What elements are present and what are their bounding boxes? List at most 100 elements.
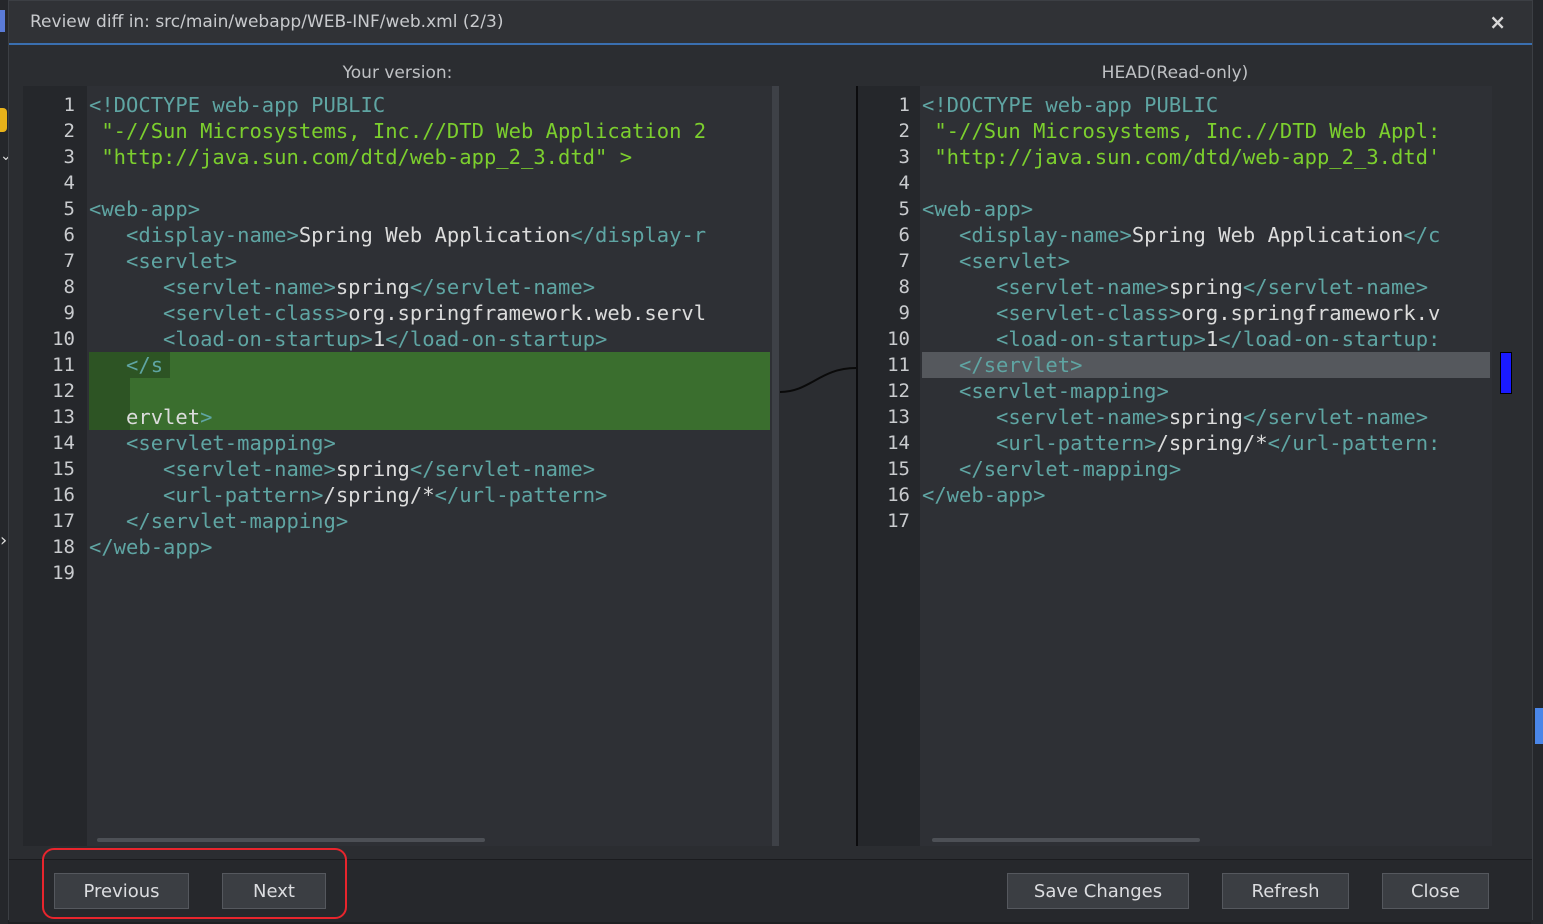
line-number: 1 [898, 94, 910, 116]
code-line: 7 <servlet> [23, 248, 778, 274]
line-number: 17 [887, 510, 910, 532]
code-token: <servlet-name> [89, 457, 336, 481]
code-line: 13 ervlet> [23, 404, 778, 430]
code-line: 13 <servlet-name>spring</servlet-name> [858, 404, 1492, 430]
code-token: </s [89, 353, 164, 377]
code-line: 1 <!DOCTYPE web-app PUBLIC [23, 92, 778, 118]
dialog-button-bar: Previous Next Save Changes Refresh Close [9, 848, 1532, 922]
code-token: /spring/* [323, 483, 435, 507]
dialog-title: Review diff in: src/main/webapp/WEB-INF/… [30, 12, 504, 32]
code-line: 14 <url-pattern>/spring/*</url-pattern: [858, 430, 1492, 456]
line-code: <!DOCTYPE web-app PUBLIC [922, 92, 1218, 118]
code-line: 4 [858, 170, 1492, 196]
code-line: 18 </web-app> [23, 534, 778, 560]
code-line: 9 <servlet-class>org.springframework.v [858, 300, 1492, 326]
code-line: 8 <servlet-name>spring</servlet-name> [858, 274, 1492, 300]
line-code: <load-on-startup>1</load-on-startup: [922, 326, 1440, 352]
code-token: <!DOCTYPE web-app PUBLIC [89, 93, 386, 117]
line-number: 8 [63, 276, 75, 298]
next-button[interactable]: Next [222, 873, 326, 909]
code-line: 11 </s [23, 352, 778, 378]
line-code: "http://java.sun.com/dtd/web-app_2_3.dtd… [89, 144, 632, 170]
code-token: spring [1168, 405, 1243, 429]
left-horizontal-scrollbar[interactable] [97, 838, 485, 842]
code-token: Spring Web Application [1131, 223, 1404, 247]
line-number: 17 [52, 510, 75, 532]
line-code: <servlet> [89, 248, 237, 274]
bulb-icon [0, 108, 7, 132]
code-token: <servlet> [922, 249, 1071, 273]
code-line: 2 "-//Sun Microsystems, Inc.//DTD Web Ap… [23, 118, 778, 144]
line-code: <web-app> [922, 196, 1033, 222]
code-line: 2 "-//Sun Microsystems, Inc.//DTD Web Ap… [858, 118, 1492, 144]
code-token: > [200, 405, 213, 429]
line-number: 4 [63, 172, 75, 194]
code-token: <url-pattern> [89, 483, 324, 507]
diff-location-marker[interactable] [1500, 352, 1512, 394]
line-number: 12 [52, 380, 75, 402]
code-token: <display-name> [922, 223, 1132, 247]
code-token: <servlet-name> [922, 405, 1169, 429]
code-token: </servlet-name> [1242, 275, 1429, 299]
code-token: "-//Sun Microsystems, Inc.//DTD Web Appl… [89, 119, 707, 143]
code-line: 6 <display-name>Spring Web Application</… [858, 222, 1492, 248]
chevron-right-icon: › [0, 530, 8, 551]
line-number: 10 [887, 328, 910, 350]
line-number: 5 [63, 198, 75, 220]
line-number: 11 [887, 354, 910, 376]
code-line: 16 </web-app> [858, 482, 1492, 508]
left-editor-pane[interactable]: 1 <!DOCTYPE web-app PUBLIC 2 "-//Sun Micro… [23, 86, 778, 846]
code-token: </servlet-mapping> [89, 509, 349, 533]
right-pane-label: HEAD(Read-only) [1101, 63, 1249, 83]
close-icon[interactable]: × [1489, 10, 1506, 34]
code-line: 10 <load-on-startup>1</load-on-startup> [23, 326, 778, 352]
line-code: </servlet-mapping> [89, 508, 348, 534]
line-code: </servlet> [922, 352, 1082, 378]
code-token: spring [1168, 275, 1243, 299]
previous-button[interactable]: Previous [54, 873, 189, 909]
line-number: 9 [63, 302, 75, 324]
line-code: <display-name>Spring Web Application</c [922, 222, 1440, 248]
code-token: Spring Web Application [298, 223, 571, 247]
save-changes-button[interactable]: Save Changes [1007, 873, 1189, 909]
code-line: 17 [858, 508, 1492, 534]
right-horizontal-scrollbar[interactable] [932, 838, 1200, 842]
code-token: </servlet-mapping> [922, 457, 1182, 481]
line-number: 7 [63, 250, 75, 272]
refresh-button[interactable]: Refresh [1222, 873, 1349, 909]
code-token: spring [335, 275, 410, 299]
line-number: 2 [63, 120, 75, 142]
code-token: </web-app> [89, 535, 213, 559]
dialog-titlebar: Review diff in: src/main/webapp/WEB-INF/… [9, 1, 1532, 45]
code-token: <servlet> [89, 249, 238, 273]
line-number: 15 [887, 458, 910, 480]
code-token: 1 [372, 327, 386, 351]
code-line: 15 </servlet-mapping> [858, 456, 1492, 482]
code-line: 6 <display-name>Spring Web Application</… [23, 222, 778, 248]
line-code: <web-app> [89, 196, 200, 222]
line-number: 19 [52, 562, 75, 584]
code-token: <load-on-startup> [89, 327, 373, 351]
code-line: 9 <servlet-class>org.springframework.web… [23, 300, 778, 326]
code-token: <servlet-mapping> [89, 431, 336, 455]
code-token: spring [335, 457, 410, 481]
code-token: <url-pattern> [922, 431, 1157, 455]
code-token: ervlet [89, 405, 201, 429]
code-line: 10 <load-on-startup>1</load-on-startup: [858, 326, 1492, 352]
code-token: </servlet-name> [409, 275, 596, 299]
code-token: org.springframework.v [1181, 301, 1441, 325]
background-accent-mark [0, 10, 5, 32]
line-code: <!DOCTYPE web-app PUBLIC [89, 92, 385, 118]
line-number: 7 [898, 250, 910, 272]
right-editor-pane[interactable]: 1 <!DOCTYPE web-app PUBLIC 2 "-//Sun Micro… [858, 86, 1492, 846]
code-line: 12 <servlet-mapping> [858, 378, 1492, 404]
code-token: <web-app> [89, 197, 201, 221]
code-token: </c [1403, 223, 1441, 247]
line-code: </web-app> [922, 482, 1045, 508]
line-number: 16 [52, 484, 75, 506]
line-code: <servlet-name>spring</servlet-name> [922, 274, 1428, 300]
code-token: </servlet-name> [409, 457, 596, 481]
close-button[interactable]: Close [1382, 873, 1489, 909]
code-line: 7 <servlet> [858, 248, 1492, 274]
left-vertical-scrollbar[interactable] [772, 86, 779, 846]
